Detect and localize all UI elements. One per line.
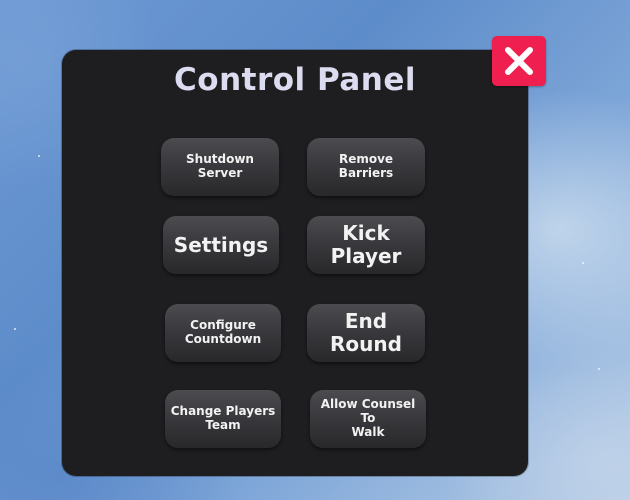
remove-barriers-button[interactable]: Remove Barriers — [307, 138, 425, 196]
close-button[interactable] — [492, 36, 546, 86]
configure-countdown-label-line2: Countdown — [184, 332, 262, 346]
end-round-label: End Round — [330, 309, 402, 356]
background-star — [598, 368, 600, 370]
change-players-team-label-line2: Team — [205, 418, 241, 432]
allow-counsel-label-line2: Walk — [351, 424, 385, 439]
configure-countdown-label-line1: Configure — [190, 318, 256, 333]
shutdown-server-label: Shutdown Server — [186, 152, 254, 180]
background-star — [582, 262, 584, 264]
allow-counsel-to-walk-button[interactable]: Allow Counsel To Walk — [310, 390, 426, 448]
end-round-button[interactable]: End Round — [307, 304, 425, 362]
background-star — [14, 328, 16, 330]
settings-label: Settings — [173, 232, 269, 257]
kick-player-label: Kick Player — [330, 221, 402, 268]
settings-button[interactable]: Settings — [163, 216, 279, 274]
kick-player-button[interactable]: Kick Player — [307, 216, 425, 274]
shutdown-server-button[interactable]: Shutdown Server — [161, 138, 279, 196]
remove-barriers-label: Remove Barriers — [338, 152, 394, 180]
panel-title: Control Panel — [174, 62, 416, 98]
change-players-team-label-line1: Change Players — [170, 404, 276, 419]
background-star — [38, 155, 40, 157]
close-x-icon — [505, 47, 533, 75]
change-players-team-button[interactable]: Change Players Team — [165, 390, 281, 448]
control-panel-window: Control Panel Shutdown Server Remove Bar… — [62, 50, 528, 476]
allow-counsel-label-line1: Allow Counsel To — [320, 397, 416, 426]
configure-countdown-button[interactable]: Configure Countdown — [165, 304, 281, 362]
